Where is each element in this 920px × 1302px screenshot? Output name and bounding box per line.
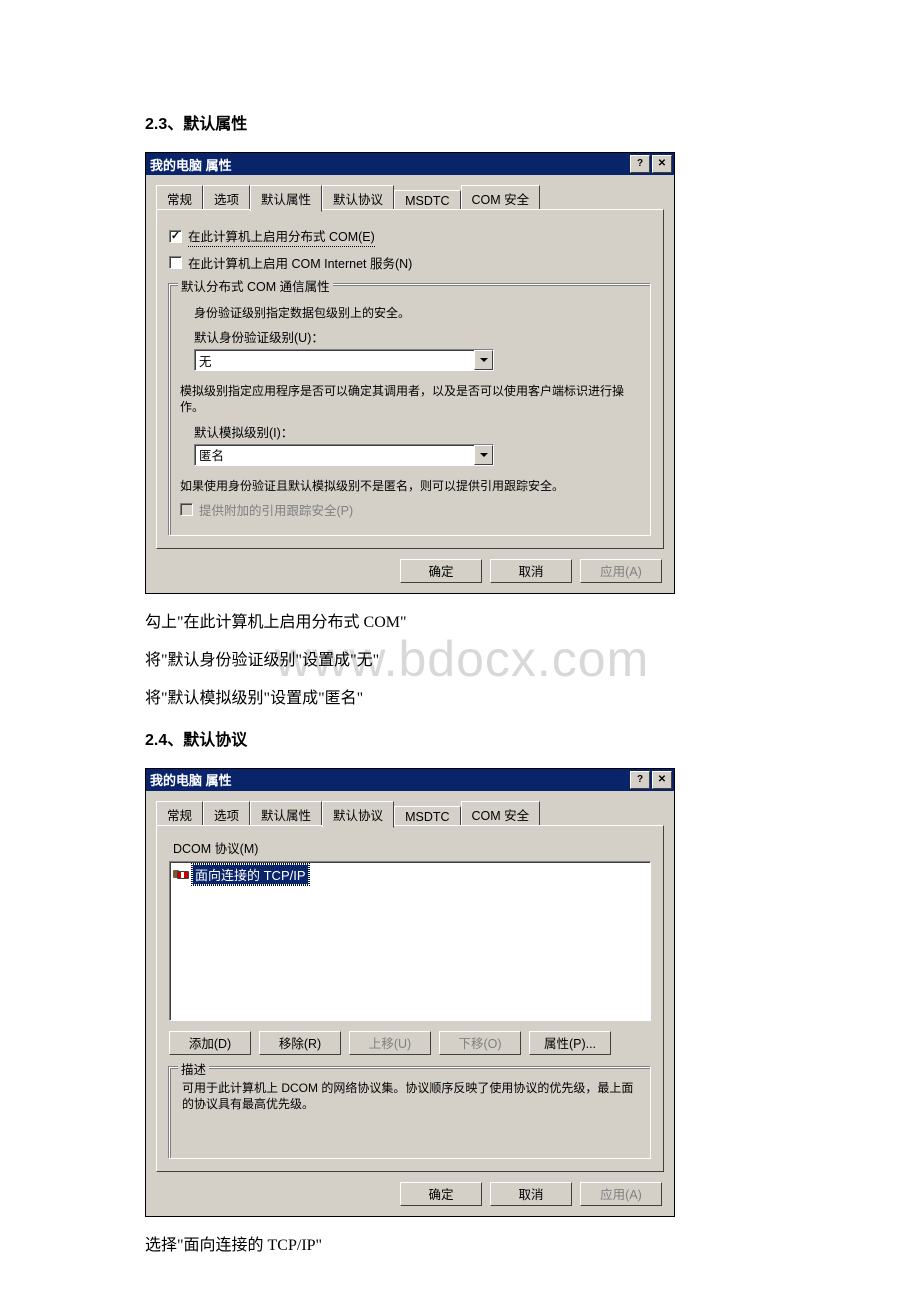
ok-button[interactable]: 确定 <box>400 559 482 583</box>
enable-internet-row[interactable]: 在此计算机上启用 COM Internet 服务(N) <box>169 253 651 272</box>
tab-options[interactable]: 选项 <box>203 185 250 211</box>
titlebar-text: 我的电脑 属性 <box>150 770 232 789</box>
imp-level-value: 匿名 <box>195 445 474 465</box>
description-fieldset: 描述 可用于此计算机上 DCOM 的网络协议集。协议顺序反映了使用协议的优先级，… <box>169 1067 651 1159</box>
help-button[interactable]: ? <box>630 771 650 789</box>
tab-panel: DCOM 协议(M) 面向连接的 TCP/IP 添加(D) 移除(R) 上移(U… <box>156 825 664 1172</box>
cancel-button[interactable]: 取消 <box>490 559 572 583</box>
tab-panel: 在此计算机上启用分布式 COM(E) 在此计算机上启用 COM Internet… <box>156 209 664 549</box>
auth-level-value: 无 <box>195 350 474 370</box>
dialog-button-row: 确定 取消 应用(A) <box>146 1172 674 1216</box>
protocols-listbox[interactable]: 面向连接的 TCP/IP <box>169 861 651 1021</box>
ok-button[interactable]: 确定 <box>400 1182 482 1206</box>
enable-dcom-label: 在此计算机上启用分布式 COM(E) <box>188 226 375 247</box>
properties-button[interactable]: 属性(P)... <box>529 1031 611 1055</box>
list-item-label: 面向连接的 TCP/IP <box>192 864 309 885</box>
auth-level-select[interactable]: 无 <box>194 349 494 371</box>
tab-com-security[interactable]: COM 安全 <box>461 185 541 211</box>
tab-com-security[interactable]: COM 安全 <box>461 801 541 827</box>
list-item[interactable]: 面向连接的 TCP/IP <box>172 864 648 885</box>
dropdown-button[interactable] <box>474 350 493 370</box>
close-button[interactable]: ✕ <box>652 155 672 173</box>
track-security-row: 提供附加的引用跟踪安全(P) <box>180 500 640 519</box>
note-line-4: 选择"面向连接的 TCP/IP" <box>145 1231 775 1255</box>
auth-label: 默认身份验证级别(U)： <box>194 327 640 346</box>
apply-button: 应用(A) <box>580 559 662 583</box>
note-line-2: 将"默认身份验证级别"设置成"无" <box>145 646 775 670</box>
imp-label: 默认模拟级别(I)： <box>194 422 640 441</box>
remove-button[interactable]: 移除(R) <box>259 1031 341 1055</box>
enable-dcom-checkbox[interactable] <box>169 230 182 243</box>
tab-default-properties[interactable]: 默认属性 <box>250 801 322 827</box>
fieldset-legend: 默认分布式 COM 通信属性 <box>178 276 333 295</box>
tab-msdtc[interactable]: MSDTC <box>394 806 460 827</box>
tab-default-protocols[interactable]: 默认协议 <box>322 801 394 828</box>
section-heading-24: 2.4、默认协议 <box>145 726 775 750</box>
auth-desc: 身份验证级别指定数据包级别上的安全。 <box>194 305 640 321</box>
track-security-checkbox <box>180 503 193 516</box>
enable-internet-checkbox[interactable] <box>169 256 182 269</box>
tab-strip: 常规 选项 默认属性 默认协议 MSDTC COM 安全 <box>156 799 664 826</box>
dropdown-button[interactable] <box>474 445 493 465</box>
tab-msdtc[interactable]: MSDTC <box>394 190 460 211</box>
move-up-button: 上移(U) <box>349 1031 431 1055</box>
track-security-label: 提供附加的引用跟踪安全(P) <box>199 500 353 519</box>
dialog-default-protocols: 我的电脑 属性 ? ✕ 常规 选项 默认属性 默认协议 MSDTC COM 安全… <box>145 768 675 1217</box>
tab-default-protocols[interactable]: 默认协议 <box>322 185 394 211</box>
imp-level-select[interactable]: 匿名 <box>194 444 494 466</box>
move-down-button: 下移(O) <box>439 1031 521 1055</box>
apply-button: 应用(A) <box>580 1182 662 1206</box>
note-line-1: 勾上"在此计算机上启用分布式 COM" <box>145 608 775 632</box>
network-icon <box>172 867 188 881</box>
dialog-default-properties: 我的电脑 属性 ? ✕ 常规 选项 默认属性 默认协议 MSDTC COM 安全… <box>145 152 675 594</box>
dialog-button-row: 确定 取消 应用(A) <box>146 549 674 593</box>
track-desc: 如果使用身份验证且默认模拟级别不是匿名，则可以提供引用跟踪安全。 <box>180 478 640 494</box>
titlebar: 我的电脑 属性 ? ✕ <box>146 769 674 791</box>
note-line-3: 将"默认模拟级别"设置成"匿名" <box>145 684 775 708</box>
tab-options[interactable]: 选项 <box>203 801 250 827</box>
cancel-button[interactable]: 取消 <box>490 1182 572 1206</box>
tab-general[interactable]: 常规 <box>156 185 203 211</box>
titlebar-text: 我的电脑 属性 <box>150 155 232 174</box>
tab-general[interactable]: 常规 <box>156 801 203 827</box>
titlebar: 我的电脑 属性 ? ✕ <box>146 153 674 175</box>
protocols-list-label: DCOM 协议(M) <box>173 838 651 857</box>
dcom-comm-fieldset: 默认分布式 COM 通信属性 身份验证级别指定数据包级别上的安全。 默认身份验证… <box>169 284 651 536</box>
tab-default-properties[interactable]: 默认属性 <box>250 185 322 212</box>
chevron-down-icon <box>480 453 488 457</box>
enable-dcom-row[interactable]: 在此计算机上启用分布式 COM(E) <box>169 226 651 247</box>
help-button[interactable]: ? <box>630 155 650 173</box>
imp-desc: 模拟级别指定应用程序是否可以确定其调用者，以及是否可以使用客户端标识进行操作。 <box>180 383 640 415</box>
protocols-desc: 可用于此计算机上 DCOM 的网络协议集。协议顺序反映了使用协议的优先级，最上面… <box>182 1080 638 1112</box>
enable-internet-label: 在此计算机上启用 COM Internet 服务(N) <box>188 253 412 272</box>
close-button[interactable]: ✕ <box>652 771 672 789</box>
chevron-down-icon <box>480 358 488 362</box>
tab-strip: 常规 选项 默认属性 默认协议 MSDTC COM 安全 <box>156 183 664 210</box>
section-heading-23: 2.3、默认属性 <box>145 110 775 134</box>
add-button[interactable]: 添加(D) <box>169 1031 251 1055</box>
fieldset-legend: 描述 <box>178 1059 209 1078</box>
protocol-button-row: 添加(D) 移除(R) 上移(U) 下移(O) 属性(P)... <box>169 1031 651 1055</box>
